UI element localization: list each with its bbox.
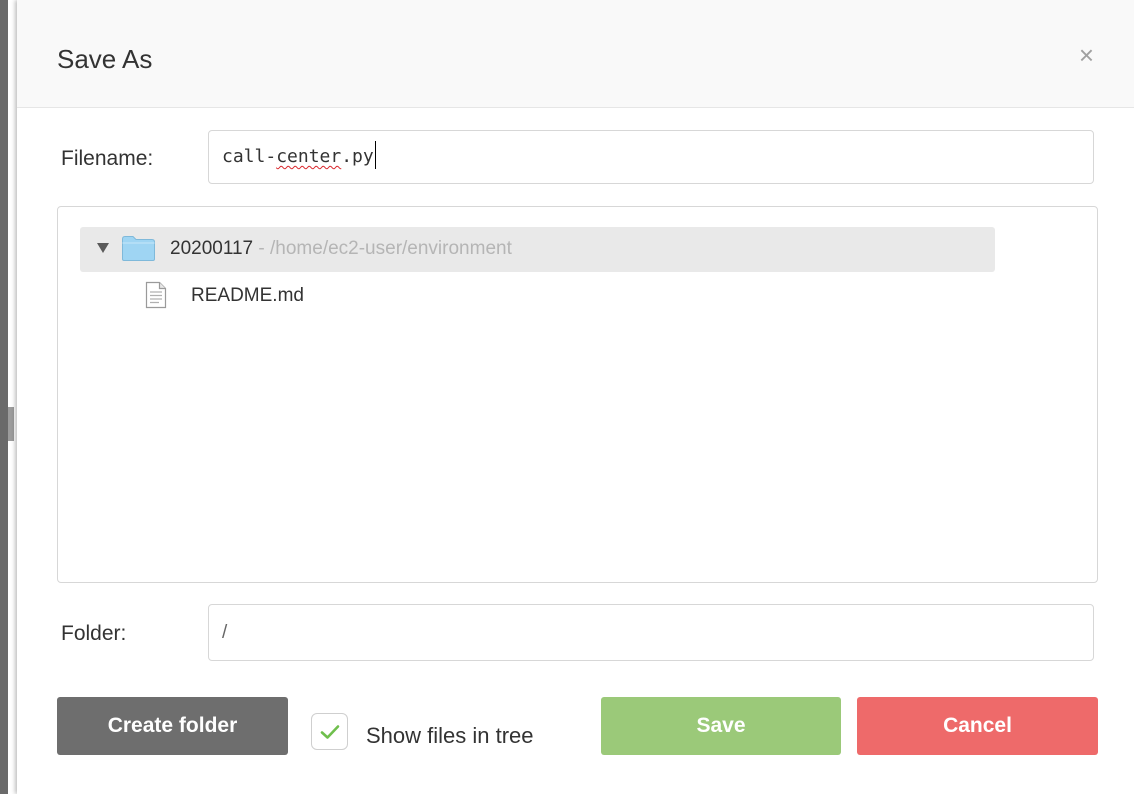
folder-label: Folder: [61,622,127,645]
save-as-dialog: Save As × Filename: call-center.py 20200… [17,0,1134,794]
tree-root-name: 20200117 [170,238,254,259]
cancel-button[interactable]: Cancel [857,697,1098,755]
create-folder-button[interactable]: Create folder [57,697,288,755]
dialog-header: Save As × [17,0,1134,108]
text-caret [374,141,376,169]
file-icon [145,281,167,309]
filename-label: Filename: [61,147,154,170]
expand-triangle-icon[interactable] [97,243,109,253]
filename-input[interactable]: call-center.py [208,130,1094,184]
tree-root-row[interactable]: 20200117 - /home/ec2-user/environment [80,227,995,272]
folder-icon [122,236,155,261]
save-button[interactable]: Save [601,697,841,755]
filename-misspelled-word: center [276,146,342,167]
checkmark-icon [320,725,340,739]
background-window-edge [0,0,8,794]
show-files-checkbox[interactable] [311,713,348,750]
tree-root-label: 20200117 - /home/ec2-user/environment [170,238,512,260]
filename-prefix: call- [222,146,277,167]
show-files-label[interactable]: Show files in tree [366,723,534,749]
tree-file-label: README.md [191,285,304,306]
dialog-title: Save As [57,44,153,74]
close-icon[interactable]: × [1079,42,1094,68]
folder-tree[interactable]: 20200117 - /home/ec2-user/environment RE… [57,206,1098,583]
tree-root-path: - /home/ec2-user/environment [253,238,512,259]
filename-suffix: .py [341,146,374,167]
folder-path-input[interactable]: / [208,604,1094,661]
